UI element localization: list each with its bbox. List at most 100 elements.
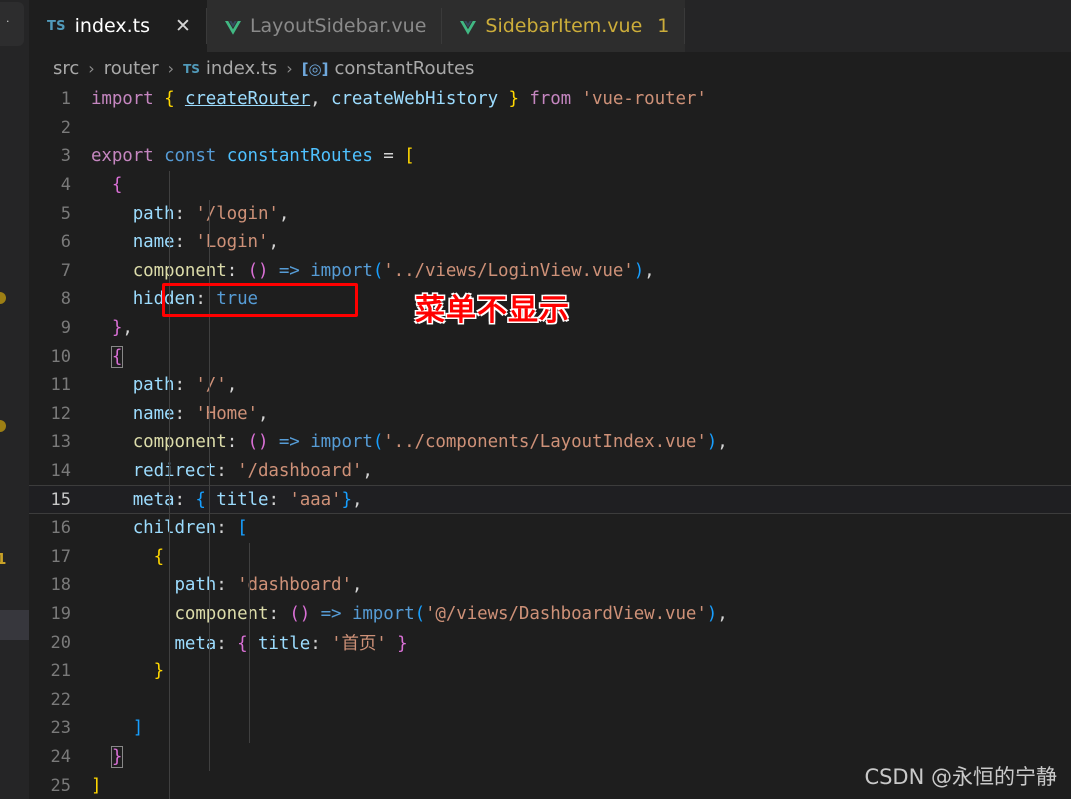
line-number: 14	[50, 461, 71, 482]
vscode-window: · 1 TS index.ts ✕ LayoutSidebar.vue Side…	[0, 0, 1071, 799]
code-token: (	[247, 260, 259, 281]
code-line[interactable]: 4 {	[29, 171, 1071, 200]
code-editor[interactable]: 1 import { createRouter, createWebHistory…	[29, 85, 1071, 799]
breadcrumb-item-index-ts[interactable]: index.ts	[206, 58, 277, 79]
indent-guide	[249, 543, 250, 743]
code-line[interactable]: 21 }	[29, 657, 1071, 686]
code-token: (	[247, 432, 259, 453]
line-number: 7	[60, 260, 71, 281]
code-text: ]	[91, 776, 102, 796]
code-token: =>	[320, 603, 342, 624]
code-token: 'vue-router'	[581, 89, 707, 110]
tab-label: index.ts	[74, 15, 151, 37]
tab-sidebaritem-vue[interactable]: SidebarItem.vue 1	[442, 0, 686, 52]
code-line[interactable]: 22	[29, 685, 1071, 714]
code-line[interactable]: 15 meta: { title: 'aaa'},	[29, 485, 1071, 514]
code-line[interactable]: 3 export const constantRoutes = [	[29, 142, 1071, 171]
code-token: }	[110, 745, 124, 768]
code-token: ,	[278, 203, 290, 224]
code-line[interactable]: 20 meta: { title: '首页' }	[29, 628, 1071, 657]
breadcrumb-item-router[interactable]: router	[104, 58, 159, 79]
code-token: '@/views/DashboardView.vue'	[425, 603, 707, 624]
code-line[interactable]: 13 component: () => import('../component…	[29, 428, 1071, 457]
code-token: (	[414, 603, 426, 624]
code-line[interactable]: 2	[29, 114, 1071, 143]
code-token: :	[174, 375, 186, 396]
code-token: from	[529, 89, 572, 110]
code-line[interactable]: 23 ]	[29, 714, 1071, 743]
code-token: {	[153, 546, 165, 567]
tab-layoutsidebar-vue[interactable]: LayoutSidebar.vue	[206, 0, 443, 52]
close-icon[interactable]: ✕	[175, 16, 191, 36]
code-token: true	[216, 289, 258, 310]
code-line[interactable]: 10 {	[29, 342, 1071, 371]
line-number: 6	[60, 232, 71, 253]
code-token: ,	[226, 375, 238, 396]
code-line[interactable]: 16 children: [	[29, 514, 1071, 543]
code-token: title	[258, 634, 311, 655]
line-number: 22	[50, 689, 71, 710]
code-text: component: () => import('../views/LoginV…	[91, 261, 655, 281]
code-token: )	[258, 260, 269, 281]
code-token: }	[111, 318, 123, 339]
indent-guide	[209, 371, 210, 771]
line-number: 19	[50, 603, 71, 624]
code-text: meta: { title: 'aaa'},	[91, 489, 363, 510]
code-text: path: 'dashboard',	[91, 575, 363, 595]
code-token: )	[706, 432, 718, 453]
explorer-strip[interactable]: · 1	[0, 0, 29, 799]
line-number: 2	[60, 117, 71, 138]
code-token: createRouter	[184, 89, 311, 110]
code-lines-container: 1 import { createRouter, createWebHistory…	[29, 85, 1071, 799]
explorer-selected-row[interactable]	[0, 610, 29, 640]
code-token: =>	[278, 260, 300, 281]
chevron-right-icon: ›	[88, 59, 95, 78]
code-token: )	[299, 603, 311, 624]
code-line[interactable]: 5 path: '/login',	[29, 199, 1071, 228]
code-text: export const constantRoutes = [	[91, 146, 415, 166]
code-line[interactable]: 6 name: 'Login',	[29, 228, 1071, 257]
code-line[interactable]: 14 redirect: '/dashboard',	[29, 457, 1071, 486]
code-line[interactable]: 7 component: () => import('../views/Logi…	[29, 257, 1071, 286]
code-line[interactable]: 1 import { createRouter, createWebHistory…	[29, 85, 1071, 114]
indent-guide	[169, 171, 170, 799]
code-token: constantRoutes	[226, 146, 373, 167]
code-token: '/dashboard'	[237, 461, 363, 482]
breadcrumb-item-src[interactable]: src	[53, 58, 79, 79]
tab-index-ts[interactable]: TS index.ts ✕	[29, 0, 207, 52]
code-text: },	[91, 318, 133, 338]
code-line[interactable]: 11 path: '/',	[29, 371, 1071, 400]
code-line[interactable]: 19 component: () => import('@/views/Dash…	[29, 600, 1071, 629]
code-line[interactable]: 12 name: 'Home',	[29, 400, 1071, 429]
breadcrumb-item-constantroutes[interactable]: constantRoutes	[335, 58, 475, 79]
code-token: }	[341, 489, 353, 510]
code-line[interactable]: 17 {	[29, 543, 1071, 572]
code-token: {	[164, 89, 175, 110]
code-token: (	[289, 603, 300, 624]
line-number: 12	[50, 403, 71, 424]
code-text: name: 'Home',	[91, 404, 269, 424]
code-token: ,	[717, 432, 728, 453]
tab-divider	[684, 8, 686, 44]
code-text: }	[91, 661, 165, 681]
code-line[interactable]: 18 path: 'dashboard',	[29, 571, 1071, 600]
editor-tab-bar: TS index.ts ✕ LayoutSidebar.vue SidebarI…	[29, 0, 1071, 52]
